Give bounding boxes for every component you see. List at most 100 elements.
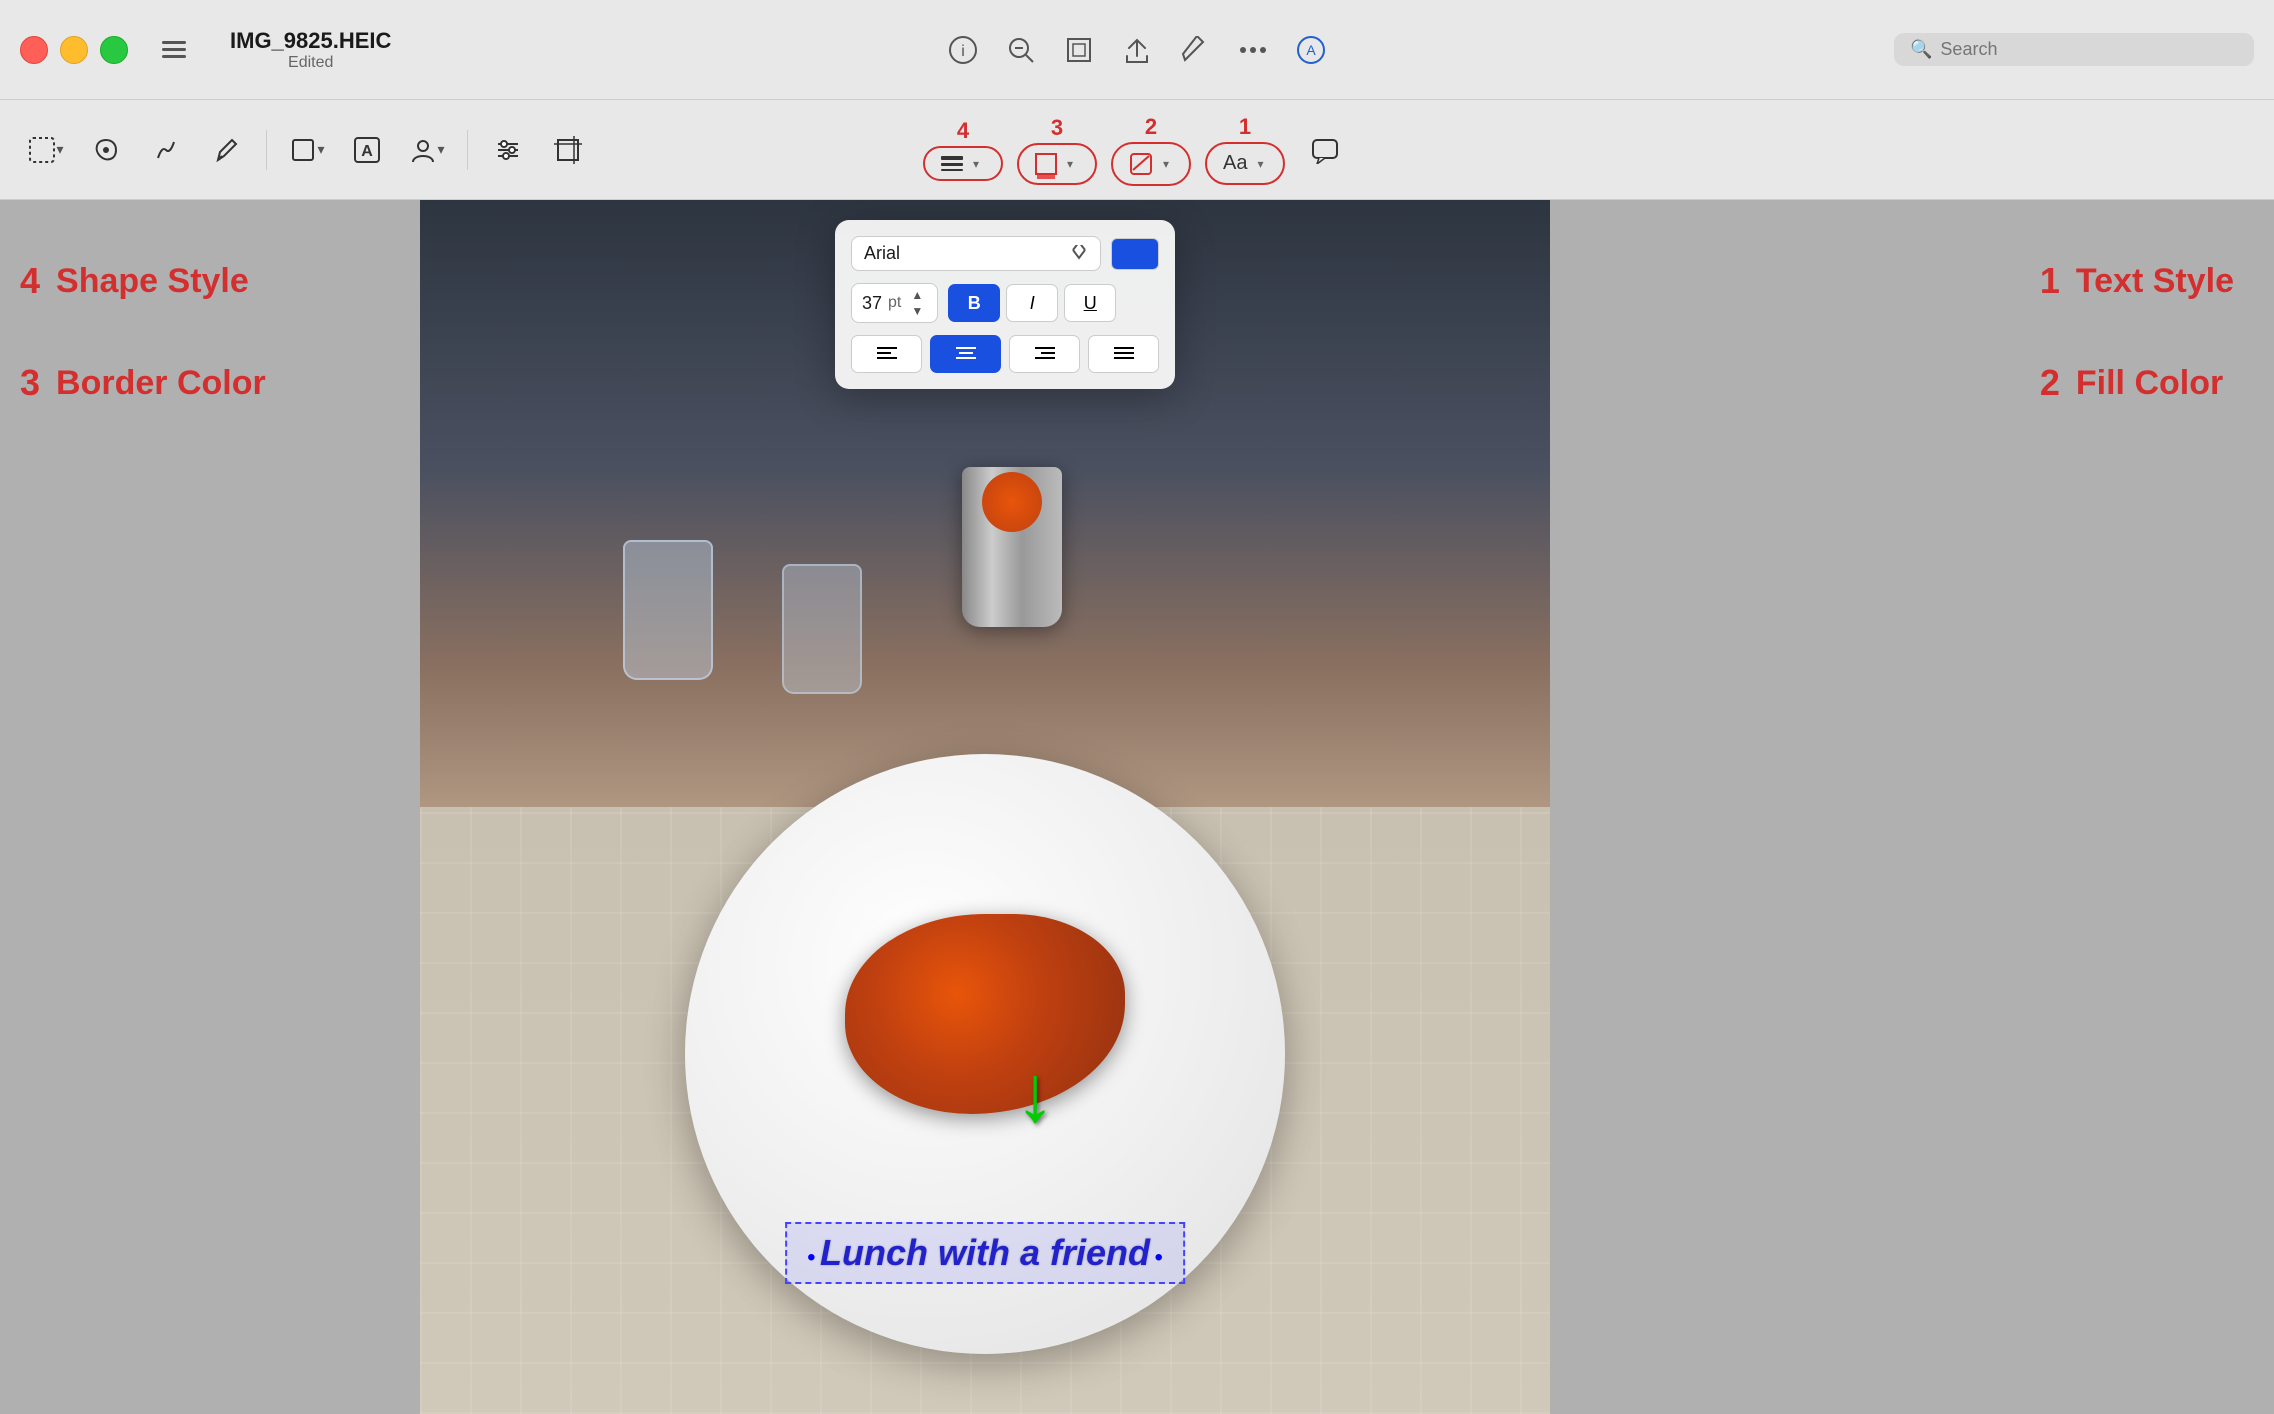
underline-label: U [1084,293,1097,314]
shape-style-num: 4 [20,260,40,302]
crop-button[interactable] [542,124,594,176]
shape-style-annotation: 4 Shape Style [20,260,266,302]
minimize-button[interactable] [60,36,88,64]
align-left-icon [877,346,897,362]
popover-size-row: 37 pt ▲ ▼ B I U [851,283,1159,323]
filename-label: IMG_9825.HEIC [230,28,391,54]
selection-chevron: ▾ [56,141,63,158]
label-button[interactable]: ▾ [401,124,453,176]
font-size-unit: pt [888,294,901,312]
font-selector[interactable]: Arial [851,236,1101,271]
popover-alignment-row [851,335,1159,373]
toolbar: ▾ ▾ A ▾ [0,100,2274,200]
shape-style-button[interactable]: ▾ [923,146,1003,181]
text-style-label: Text Style [2076,262,2234,301]
bold-button[interactable]: B [948,284,1000,322]
fill-color-label: Fill Color [2076,364,2223,403]
svg-text:A: A [361,143,373,160]
font-size-group: 37 pt ▲ ▼ [851,283,938,323]
popover-font-row: Arial [851,236,1159,271]
border-color-annotation: 3 Border Color [20,362,266,404]
caption-dot-left: • [807,1244,815,1271]
text-style-icon: Aa [1223,152,1247,175]
align-left-button[interactable] [851,335,922,373]
close-button[interactable] [20,36,48,64]
sidebar-toggle-button[interactable] [148,24,200,76]
titlebar-right: 🔍 [1894,33,2254,66]
font-size-down[interactable]: ▼ [907,304,927,318]
text-style-annotation: 1 Text Style [2040,260,2234,302]
border-color-badge: 3 [1051,115,1063,141]
border-color-icon [1035,153,1057,175]
fill-color-arrow: ▾ [1163,157,1169,171]
font-size-up[interactable]: ▲ [907,288,927,302]
edited-label: Edited [288,54,333,72]
shape-style-badge: 4 [957,118,969,144]
share-button[interactable] [1113,26,1161,74]
shape-style-label: Shape Style [56,262,249,301]
border-color-arrow: ▾ [1067,157,1073,171]
food [845,914,1125,1114]
zoom-out-button[interactable] [997,26,1045,74]
caption-box[interactable]: • Lunch with a friend • [785,1222,1185,1284]
photo-scene: ↓ • Lunch with a friend • Arial [420,200,1550,1414]
fill-color-button[interactable]: ▾ [1111,142,1191,186]
underline-button[interactable]: U [1064,284,1116,322]
shape-style-icon [941,156,963,171]
search-input[interactable] [1940,39,2238,60]
label-chevron: ▾ [437,141,444,158]
traffic-lights [20,36,128,64]
right-annotations: 1 Text Style 2 Fill Color [2040,260,2234,464]
fill-color-badge: 2 [1145,114,1157,140]
align-justify-icon [1114,346,1134,362]
speech-bubble-button[interactable] [1299,124,1351,176]
align-center-icon [956,346,976,362]
adjustments-button[interactable] [482,124,534,176]
search-icon: 🔍 [1910,39,1932,60]
italic-button[interactable]: I [1006,284,1058,322]
metal-cup [962,467,1062,627]
shape-button[interactable]: ▾ [281,124,333,176]
text-style-arrow: ▾ [1257,157,1263,171]
font-selector-chevron [1070,245,1088,263]
glass-element [623,540,713,680]
font-size-value: 37 [862,293,882,314]
search-bar[interactable]: 🔍 [1894,33,2254,66]
toolbar-center-buttons: 4 ▾ 3 ▾ 2 [923,114,1351,186]
svg-text:A: A [1306,42,1316,58]
align-justify-button[interactable] [1088,335,1159,373]
person-icon-button[interactable]: A [1287,26,1335,74]
text-style-buttons: B I U [948,284,1116,322]
smart-lasso-button[interactable] [80,124,132,176]
fill-color-annotation: 2 Fill Color [2040,362,2234,404]
glass-2 [782,564,862,694]
pencil-edit-button[interactable] [1171,26,1219,74]
toolbar-tools-group: ▾ ▾ A ▾ [20,124,594,176]
frame-button[interactable] [1055,26,1103,74]
fullscreen-button[interactable] [100,36,128,64]
caption-text[interactable]: Lunch with a friend [820,1232,1150,1273]
titlebar-center-tools: i A [939,26,1335,74]
text-button[interactable]: A [341,124,393,176]
align-center-button[interactable] [930,335,1001,373]
align-right-button[interactable] [1009,335,1080,373]
left-annotations: 4 Shape Style 3 Border Color [20,260,266,464]
info-button[interactable]: i [939,26,987,74]
more-options-button[interactable] [1229,26,1277,74]
font-color-swatch[interactable] [1111,238,1159,270]
align-right-icon [1035,346,1055,362]
font-size-stepper[interactable]: ▲ ▼ [907,288,927,318]
image-canvas: ↓ • Lunch with a friend • Arial [420,200,1550,1414]
svg-text:i: i [961,43,965,60]
main-area: 4 Shape Style 3 Border Color 1 Text Styl… [0,200,2274,1414]
border-color-num: 3 [20,362,40,404]
shape-style-arrow: ▾ [973,157,979,171]
selection-tool-button[interactable]: ▾ [20,124,72,176]
text-style-button[interactable]: Aa ▾ [1205,142,1285,185]
border-color-button[interactable]: ▾ [1017,143,1097,185]
draw-button[interactable] [200,124,252,176]
sketch-button[interactable] [140,124,192,176]
toolbar-divider-2 [467,130,468,170]
caption-dot-right: • [1154,1244,1162,1271]
text-style-popover: Arial 37 pt ▲ ▼ [835,220,1175,389]
